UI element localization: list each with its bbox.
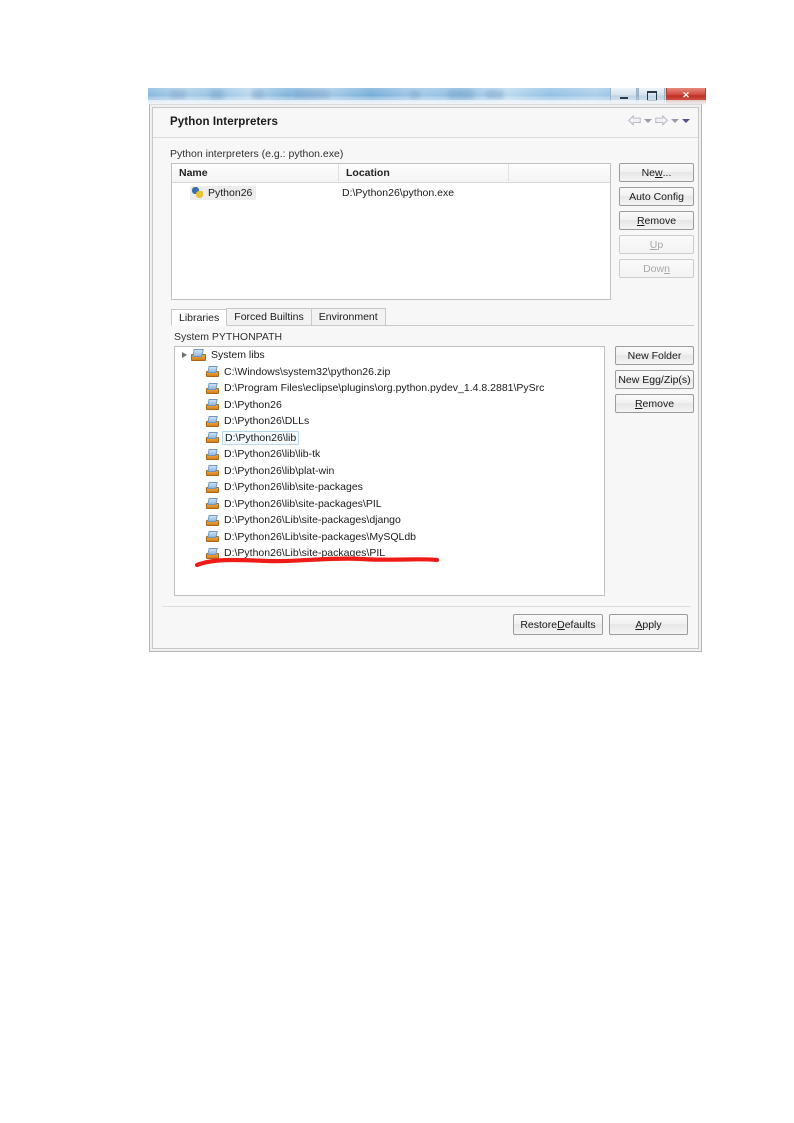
tree-item-label: C:\Windows\system32\python26.zip <box>224 365 391 378</box>
library-icon <box>206 481 219 493</box>
tree-item-label: D:\Python26\lib\lib-tk <box>224 448 321 461</box>
list-item[interactable]: D:\Python26\lib\plat-win <box>175 463 604 480</box>
tree-item-label: D:\Python26\lib\site-packages <box>224 481 363 494</box>
table-row[interactable]: Python26 D:\Python26\python.exe <box>172 183 610 202</box>
dialog-content: Python Interpreters Python interpreters … <box>152 107 699 649</box>
expand-twisty-icon[interactable] <box>182 352 187 359</box>
interpreter-name: Python26 <box>208 186 253 199</box>
interpreter-name-pill: Python26 <box>190 185 257 200</box>
system-pythonpath-label: System PYTHONPATH <box>174 331 283 343</box>
tab-forced-builtins[interactable]: Forced Builtins <box>226 308 312 325</box>
apply-button[interactable]: Apply <box>609 614 688 635</box>
python-icon <box>192 186 204 199</box>
footer-divider <box>162 606 691 607</box>
window-titlebar: ✕ <box>148 88 706 105</box>
page-title: Python Interpreters <box>170 116 278 128</box>
back-arrow-icon[interactable] <box>628 115 641 126</box>
list-item[interactable]: D:\Program Files\eclipse\plugins\org.pyt… <box>175 380 604 397</box>
chevron-down-icon[interactable] <box>644 118 652 123</box>
library-icon <box>206 514 219 526</box>
library-icon <box>206 399 219 411</box>
tab-libraries[interactable]: Libraries <box>171 309 228 326</box>
auto-config-button[interactable]: Auto Config <box>619 187 694 206</box>
down-button[interactable]: Dow n <box>619 259 694 278</box>
interpreters-label: Python interpreters (e.g.: python.exe) <box>170 148 344 160</box>
library-icon <box>206 432 219 444</box>
list-item-selected[interactable]: D:\Python26\lib <box>175 430 604 447</box>
menu-chevron-down-icon[interactable] <box>682 118 690 123</box>
list-item[interactable]: D:\Python26 <box>175 397 604 414</box>
library-buttons: New Folder New Egg/Zip(s) Remove <box>615 346 694 413</box>
table-body: Python26 D:\Python26\python.exe <box>172 183 610 202</box>
tree-item-label: D:\Python26\lib\site-packages\PIL <box>224 497 382 510</box>
table-header-row: Name Location <box>172 164 610 183</box>
new-folder-button[interactable]: New Folder <box>615 346 694 365</box>
library-folder-icon <box>191 349 206 362</box>
tree-item-label: D:\Program Files\eclipse\plugins\org.pyt… <box>224 382 545 395</box>
footer-buttons: Restore Defaults Apply <box>513 614 688 635</box>
tree-item-label: D:\Python26\Lib\site-packages\PIL <box>224 547 386 560</box>
tree-item-label: D:\Python26\lib\plat-win <box>224 464 335 477</box>
page-header: Python Interpreters <box>153 108 698 138</box>
library-icon <box>206 531 219 543</box>
list-item-annotated[interactable]: D:\Python26\Lib\site-packages\MySQLdb <box>175 529 604 546</box>
library-icon <box>206 547 219 559</box>
chevron-down-icon-2[interactable] <box>671 118 679 123</box>
column-header-name[interactable]: Name <box>172 164 339 182</box>
list-item[interactable]: D:\Python26\Lib\site-packages\django <box>175 512 604 529</box>
list-item[interactable]: D:\Python26\lib\lib-tk <box>175 446 604 463</box>
tree-item-label: D:\Python26\lib <box>222 430 300 445</box>
tree-item-label: D:\Python26\Lib\site-packages\django <box>224 514 401 527</box>
tree-item-label: D:\Python26\Lib\site-packages\MySQLdb <box>224 530 417 543</box>
window-controls: ✕ <box>609 88 706 105</box>
library-icon <box>206 382 219 394</box>
up-button[interactable]: Up <box>619 235 694 254</box>
list-item[interactable]: D:\Python26\lib\site-packages\PIL <box>175 496 604 513</box>
tab-environment[interactable]: Environment <box>310 308 386 325</box>
maximize-button[interactable] <box>638 88 665 104</box>
new-button[interactable]: Ne w... <box>619 163 694 182</box>
library-icon <box>206 448 219 460</box>
close-button[interactable]: ✕ <box>666 88 706 104</box>
list-item[interactable]: C:\Windows\system32\python26.zip <box>175 364 604 381</box>
library-icon <box>206 415 219 427</box>
tree-root-label: System libs <box>211 349 265 362</box>
column-header-blank[interactable] <box>509 164 610 182</box>
list-item[interactable]: D:\Python26\DLLs <box>175 413 604 430</box>
interpreters-table[interactable]: Name Location Python26 D:\Python26\pytho… <box>171 163 611 300</box>
column-header-location[interactable]: Location <box>339 164 509 182</box>
list-item[interactable]: D:\Python26\Lib\site-packages\PIL <box>175 545 604 562</box>
interpreter-location: D:\Python26\python.exe <box>342 186 455 199</box>
restore-defaults-button[interactable]: Restore Defaults <box>513 614 603 635</box>
cell-name: Python26 <box>172 185 339 200</box>
interpreter-buttons: Ne w... Auto Config Remove Up Dow n <box>619 163 694 278</box>
navigation-icons <box>628 115 690 126</box>
tab-strip: Libraries Forced Builtins Environment <box>171 308 694 326</box>
forward-arrow-icon[interactable] <box>655 115 668 126</box>
library-icon <box>206 366 219 378</box>
tree-item-label: D:\Python26 <box>224 398 282 411</box>
minimize-button[interactable] <box>610 88 637 104</box>
new-egg-zip-button[interactable]: New Egg/Zip(s) <box>615 370 694 389</box>
remove-interpreter-button[interactable]: Remove <box>619 211 694 230</box>
python-interpreters-window: ✕ Python Interpreters Python interpreter… <box>148 88 706 655</box>
tree-item-label: D:\Python26\DLLs <box>224 415 310 428</box>
tab-folder: Libraries Forced Builtins Environment Sy… <box>171 308 694 600</box>
tree-root-system-libs[interactable]: System libs <box>175 347 604 364</box>
preferences-dialog: Python Interpreters Python interpreters … <box>149 104 702 652</box>
library-icon <box>206 498 219 510</box>
library-icon <box>206 465 219 477</box>
remove-library-button[interactable]: Remove <box>615 394 694 413</box>
pythonpath-tree[interactable]: System libs C:\Windows\system32\python26… <box>174 346 605 596</box>
list-item[interactable]: D:\Python26\lib\site-packages <box>175 479 604 496</box>
